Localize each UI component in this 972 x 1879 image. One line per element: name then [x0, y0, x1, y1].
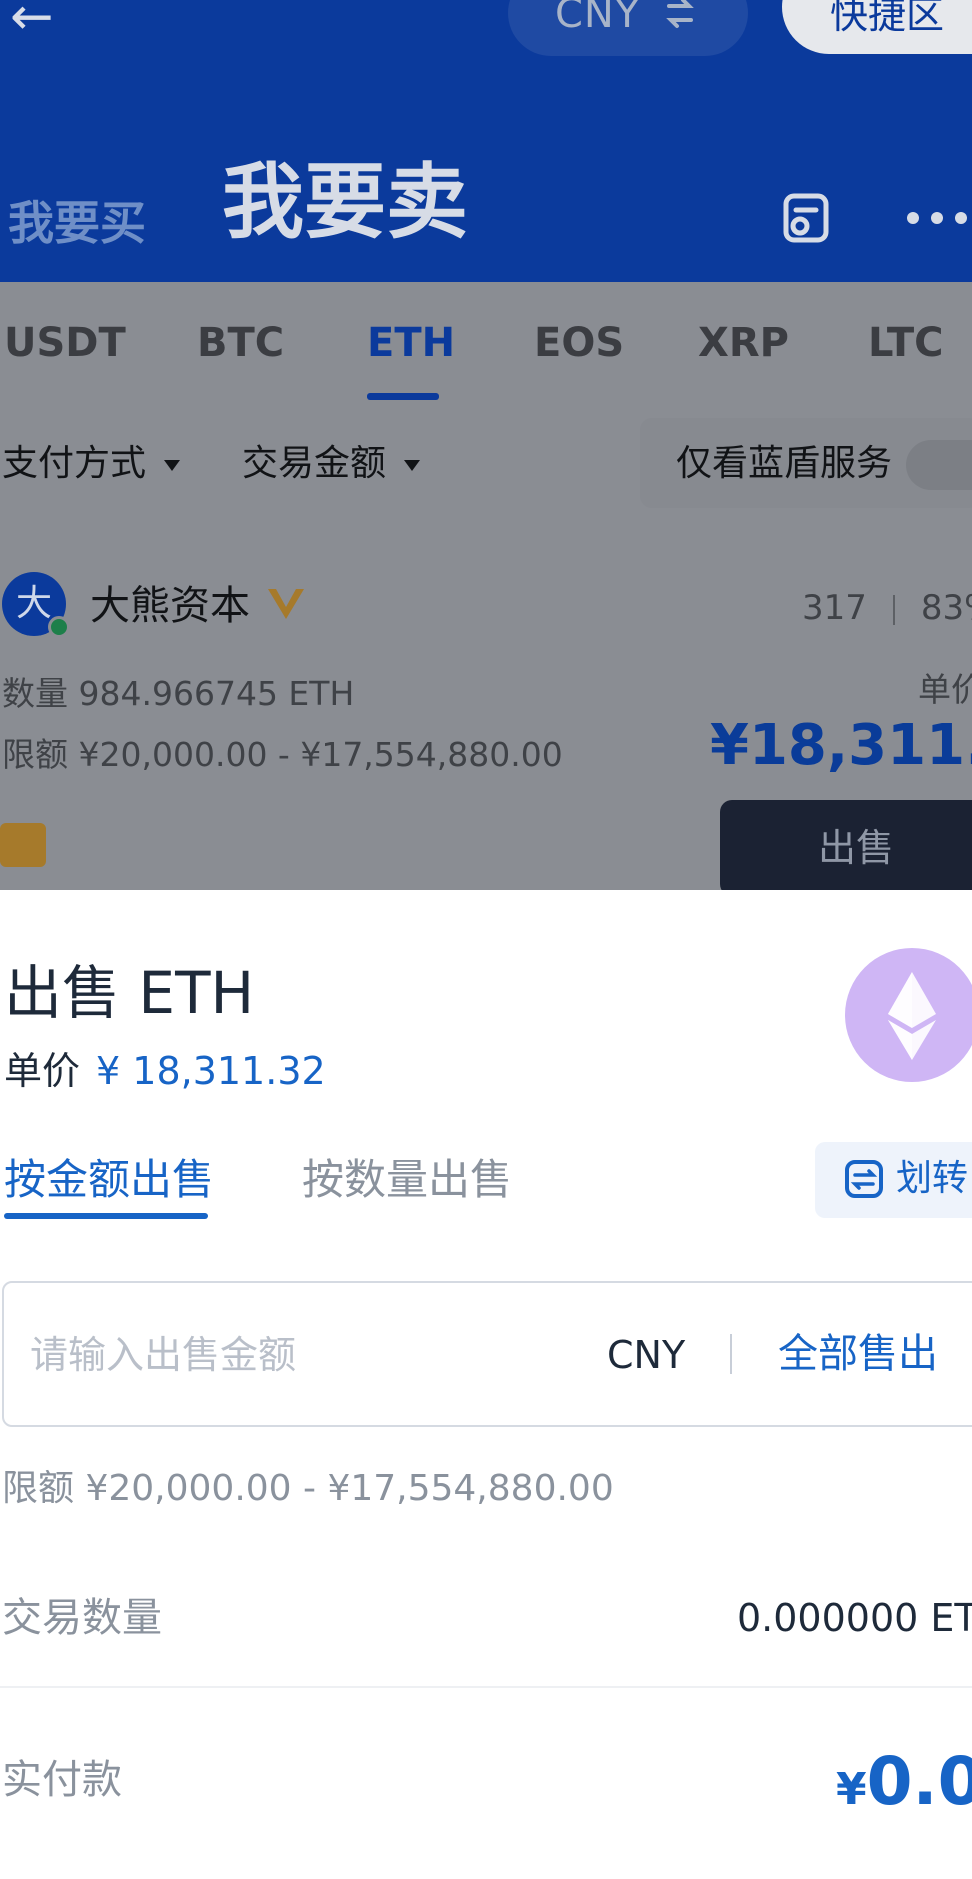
input-currency-label: CNY [607, 1333, 686, 1377]
sheet-unit-price-value: ¥ 18,311.32 [96, 1049, 326, 1093]
sheet-limit: 限额 ¥20,000.00 - ¥17,554,880.00 [2, 1468, 614, 1509]
completion-rate: 83% [920, 588, 972, 628]
actual-pay-label: 实付款 [2, 1757, 122, 1803]
coin-tab-btc[interactable]: BTC [197, 318, 284, 368]
order-count: 317 [802, 588, 867, 628]
row-divider [0, 1686, 972, 1688]
caret-down-icon [164, 459, 181, 471]
sheet-unit-price-label: 单价 [4, 1049, 81, 1093]
actual-pay-amount: ¥0.00 [836, 1742, 972, 1830]
blue-shield-label: 仅看蓝盾服务 [676, 443, 893, 484]
quick-zone-label: 快捷区 [830, 0, 945, 37]
tab-buy[interactable]: 我要买 [8, 195, 146, 251]
tab-sell[interactable]: 我要卖 [222, 155, 468, 251]
listing-unit-price-label: 单价 [918, 670, 972, 709]
bank-card-icon [0, 823, 46, 867]
trade-amount-filter[interactable]: 交易金额 [242, 440, 421, 488]
sell-all-button[interactable]: 全部售出 [778, 1326, 938, 1382]
verified-badge-icon [268, 589, 304, 619]
payment-method-label: 支付方式 [2, 443, 147, 484]
input-divider [730, 1334, 732, 1374]
stats-divider [892, 594, 895, 625]
caret-down-icon [404, 459, 421, 471]
trade-quantity-value: 0.000000 ETH [737, 1596, 972, 1640]
merchant-stats: 317 83% [802, 585, 972, 631]
coin-tab-xrp[interactable]: XRP [698, 318, 789, 368]
coin-tab-eos[interactable]: EOS [534, 318, 624, 368]
listing-quantity: 数量 984.966745 ETH [2, 674, 355, 713]
blue-shield-toggle[interactable] [906, 440, 972, 490]
back-arrow-icon[interactable]: ← [10, 0, 70, 43]
currency-label: CNY [555, 0, 641, 37]
sell-mode-indicator [4, 1213, 208, 1219]
trade-quantity-label: 交易数量 [2, 1595, 162, 1641]
listing-limit: 限额 ¥20,000.00 - ¥17,554,880.00 [2, 735, 563, 774]
actual-pay-currency: ¥ [836, 1764, 867, 1815]
transfer-icon [845, 1160, 883, 1198]
orders-icon[interactable] [780, 190, 836, 246]
coin-tab-ltc[interactable]: LTC [868, 318, 944, 368]
active-coin-indicator [367, 393, 439, 400]
tab-sell-by-quantity[interactable]: 按数量出售 [302, 1152, 512, 1208]
listing-sell-label: 出售 [818, 826, 895, 870]
p2p-trade-screen: ← CNY 快捷区 我要买 我要卖 USDT BTC ETH EOS XRP L… [0, 0, 972, 1879]
merchant-name[interactable]: 大熊资本 [90, 580, 250, 632]
more-options-icon[interactable] [905, 200, 972, 236]
trade-amount-label: 交易金额 [242, 443, 387, 484]
sheet-unit-price: 单价 ¥ 18,311.32 [4, 1045, 326, 1097]
online-status-dot [48, 616, 70, 638]
amount-input[interactable] [30, 1326, 570, 1384]
listing-price: ¥18,311.63 [710, 713, 972, 778]
transfer-label: 划转 [896, 1158, 969, 1199]
coin-tab-eth[interactable]: ETH [367, 318, 455, 368]
actual-pay-value: 0.00 [866, 1743, 972, 1820]
sheet-title: 出售 ETH [4, 959, 255, 1027]
tab-sell-by-amount[interactable]: 按金额出售 [4, 1152, 214, 1208]
payment-method-filter[interactable]: 支付方式 [2, 440, 181, 488]
coin-tab-usdt[interactable]: USDT [4, 318, 126, 368]
swap-icon [666, 0, 694, 28]
ethereum-icon [888, 972, 936, 1060]
